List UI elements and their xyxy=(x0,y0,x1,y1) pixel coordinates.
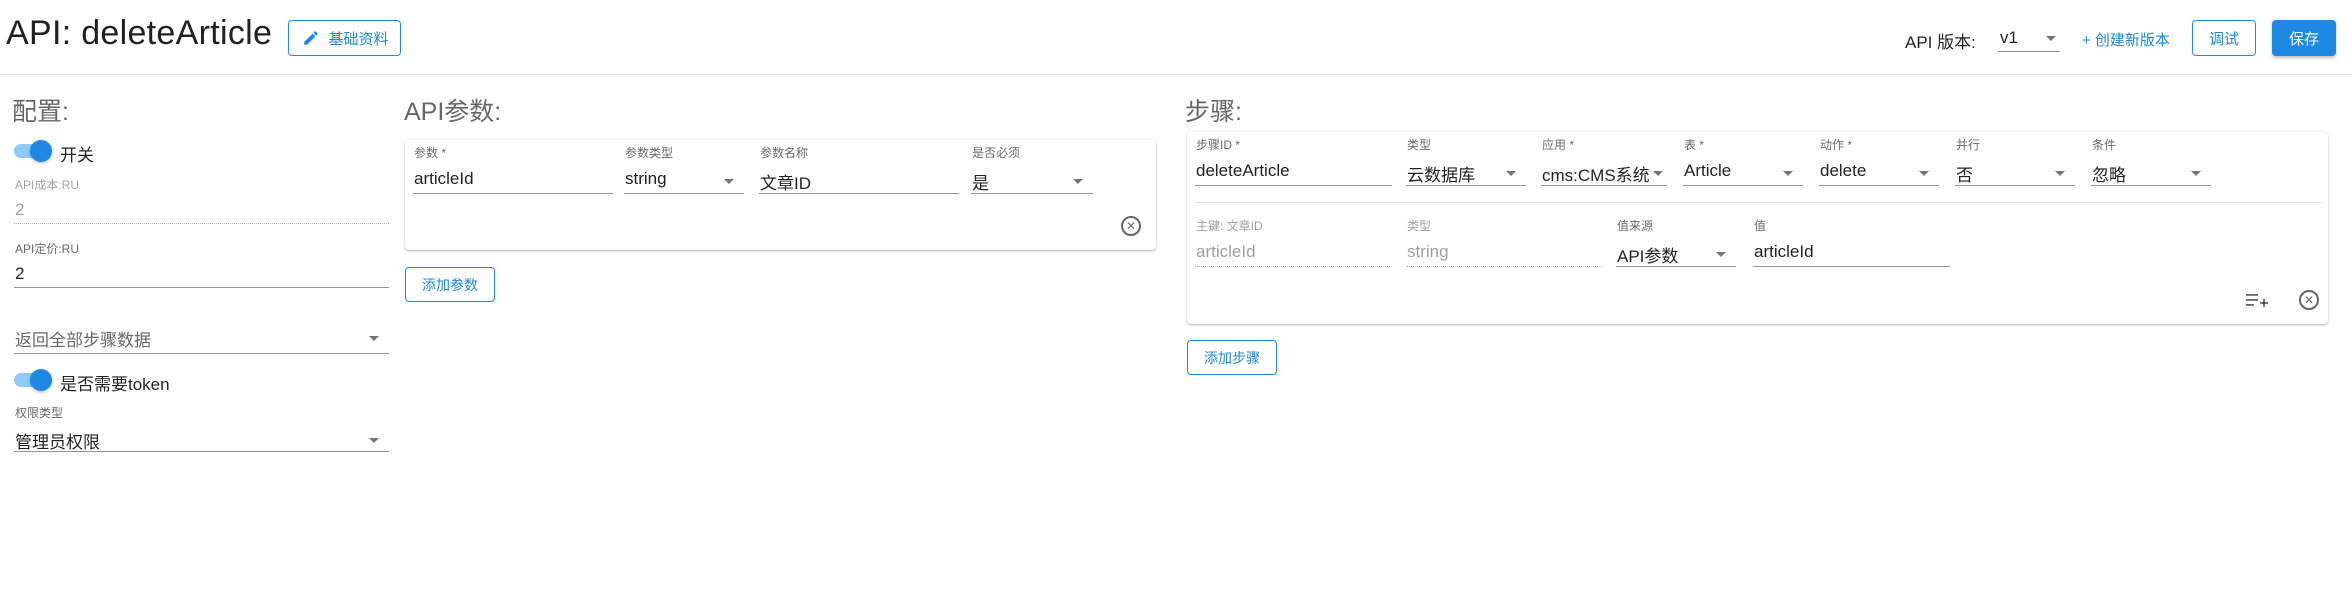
chevron-down-icon xyxy=(1073,179,1083,184)
step-table-select[interactable]: 表 * Article xyxy=(1683,136,1803,186)
switch-thumb xyxy=(30,140,52,162)
pk-label: 主键: 文章ID xyxy=(1196,219,1263,233)
chevron-down-icon xyxy=(1506,171,1516,176)
create-version-link[interactable]: + 创建新版本 xyxy=(2082,29,2170,50)
chevron-down-icon xyxy=(369,438,379,443)
api-price-value: 2 xyxy=(15,264,25,283)
value-source-label: 值来源 xyxy=(1617,219,1654,233)
playlist-add-icon[interactable] xyxy=(2246,292,2268,308)
param-type-value: string xyxy=(625,169,667,188)
add-step-button[interactable]: 添加步骤 xyxy=(1187,340,1277,375)
step-condition-select[interactable]: 条件 忽略 xyxy=(2091,136,2211,186)
step-table-value: Article xyxy=(1684,161,1732,180)
chevron-down-icon xyxy=(2046,36,2056,41)
permission-label: 权限类型 xyxy=(15,406,64,420)
enable-switch[interactable] xyxy=(14,139,52,162)
step-action-select[interactable]: 动作 * delete xyxy=(1819,136,1939,186)
pk-value: articleId xyxy=(1196,242,1256,261)
chevron-down-icon xyxy=(1653,171,1663,176)
step-id-value: deleteArticle xyxy=(1196,161,1290,180)
step-table-label: 表 * xyxy=(1684,138,1705,152)
pencil-icon xyxy=(304,31,319,45)
chevron-down-icon xyxy=(2191,171,2201,176)
chevron-down-icon xyxy=(369,336,379,341)
step-card: 步骤ID * deleteArticle 类型 云数据库 应用 * cms:CM… xyxy=(1187,132,2328,324)
param-required-label: 是否必须 xyxy=(972,146,1021,160)
step-parallel-value: 否 xyxy=(1956,166,1973,185)
value-field[interactable]: 值 articleId xyxy=(1753,217,1950,267)
permission-select[interactable]: 权限类型 管理员权限 xyxy=(14,404,389,452)
param-type-label: 参数类型 xyxy=(625,146,674,160)
basic-info-label: 基础资料 xyxy=(328,30,389,48)
remove-step-icon[interactable]: ✕ xyxy=(2299,290,2319,310)
value-value: articleId xyxy=(1754,242,1814,261)
version-select[interactable]: v1 xyxy=(1998,22,2060,52)
param-name-field[interactable]: 参数 * articleId xyxy=(413,144,613,194)
param-display-name-field[interactable]: 参数名称 文章ID xyxy=(759,144,959,194)
enable-switch-label: 开关 xyxy=(60,146,94,165)
return-data-value: 返回全部步骤数据 xyxy=(15,331,151,350)
step-type-value: 云数据库 xyxy=(1407,166,1475,185)
step-app-label: 应用 * xyxy=(1542,138,1575,152)
api-price-label: API定价:RU xyxy=(15,242,80,256)
remove-param-icon[interactable]: ✕ xyxy=(1121,216,1141,236)
step-type-select[interactable]: 类型 云数据库 xyxy=(1406,136,1526,186)
step-parallel-select[interactable]: 并行 否 xyxy=(1955,136,2075,186)
step-id-field[interactable]: 步骤ID * deleteArticle xyxy=(1195,136,1392,186)
step-parallel-label: 并行 xyxy=(1956,138,1981,152)
pk-type-value: string xyxy=(1407,242,1449,261)
chevron-down-icon xyxy=(2055,171,2065,176)
chevron-down-icon xyxy=(724,179,734,184)
token-switch[interactable] xyxy=(14,368,52,391)
pk-type-label: 类型 xyxy=(1407,219,1432,233)
token-switch-label: 是否需要token xyxy=(60,375,170,394)
version-value: v1 xyxy=(2000,28,2018,47)
config-title: 配置: xyxy=(12,98,69,126)
chevron-down-icon xyxy=(1716,252,1726,257)
step-id-label: 步骤ID * xyxy=(1196,138,1241,152)
step-app-select[interactable]: 应用 * cms:CMS系统 xyxy=(1541,136,1667,186)
value-source-value: API参数 xyxy=(1617,247,1679,266)
param-display-name-value: 文章ID xyxy=(760,174,811,193)
page-header: API: deleteArticle 基础资料 API 版本: v1 + 创建新… xyxy=(0,0,2352,75)
version-label: API 版本: xyxy=(1905,33,1976,52)
param-label: 参数 * xyxy=(414,146,447,160)
pk-field: 主键: 文章ID articleId xyxy=(1195,217,1392,267)
save-button[interactable]: 保存 xyxy=(2272,20,2336,56)
step-condition-label: 条件 xyxy=(2092,138,2117,152)
param-card: 参数 * articleId 参数类型 string 参数名称 文章ID 是否必… xyxy=(405,140,1156,250)
step-app-value: cms:CMS系统 xyxy=(1542,166,1650,185)
page-title: API: deleteArticle xyxy=(6,14,273,52)
step-type-label: 类型 xyxy=(1407,138,1432,152)
api-cost-field: API成本:RU 2 xyxy=(14,176,389,224)
step-divider xyxy=(1195,202,2321,203)
debug-button[interactable]: 调试 xyxy=(2192,20,2256,56)
api-cost-value: 2 xyxy=(15,200,25,219)
step-action-label: 动作 * xyxy=(1820,138,1853,152)
api-price-field[interactable]: API定价:RU 2 xyxy=(14,240,389,288)
permission-value: 管理员权限 xyxy=(15,433,100,452)
pk-type-field: 类型 string xyxy=(1406,217,1602,267)
param-required-value: 是 xyxy=(972,174,989,193)
param-display-name-label: 参数名称 xyxy=(760,146,809,160)
steps-title: 步骤: xyxy=(1185,98,1242,126)
add-param-button[interactable]: 添加参数 xyxy=(405,267,495,302)
chevron-down-icon xyxy=(1919,171,1929,176)
switch-thumb xyxy=(30,369,52,391)
params-title: API参数: xyxy=(404,98,502,126)
chevron-down-icon xyxy=(1783,171,1793,176)
step-action-value: delete xyxy=(1820,161,1867,180)
param-type-select[interactable]: 参数类型 string xyxy=(624,144,744,194)
param-value: articleId xyxy=(414,169,474,188)
return-data-select[interactable]: 返回全部步骤数据 xyxy=(14,322,389,354)
value-source-select[interactable]: 值来源 API参数 xyxy=(1616,217,1736,267)
step-condition-value: 忽略 xyxy=(2092,166,2126,185)
basic-info-button[interactable]: 基础资料 xyxy=(288,20,401,56)
param-required-select[interactable]: 是否必须 是 xyxy=(971,144,1093,194)
value-label: 值 xyxy=(1754,219,1767,233)
api-cost-label: API成本:RU xyxy=(15,178,80,192)
